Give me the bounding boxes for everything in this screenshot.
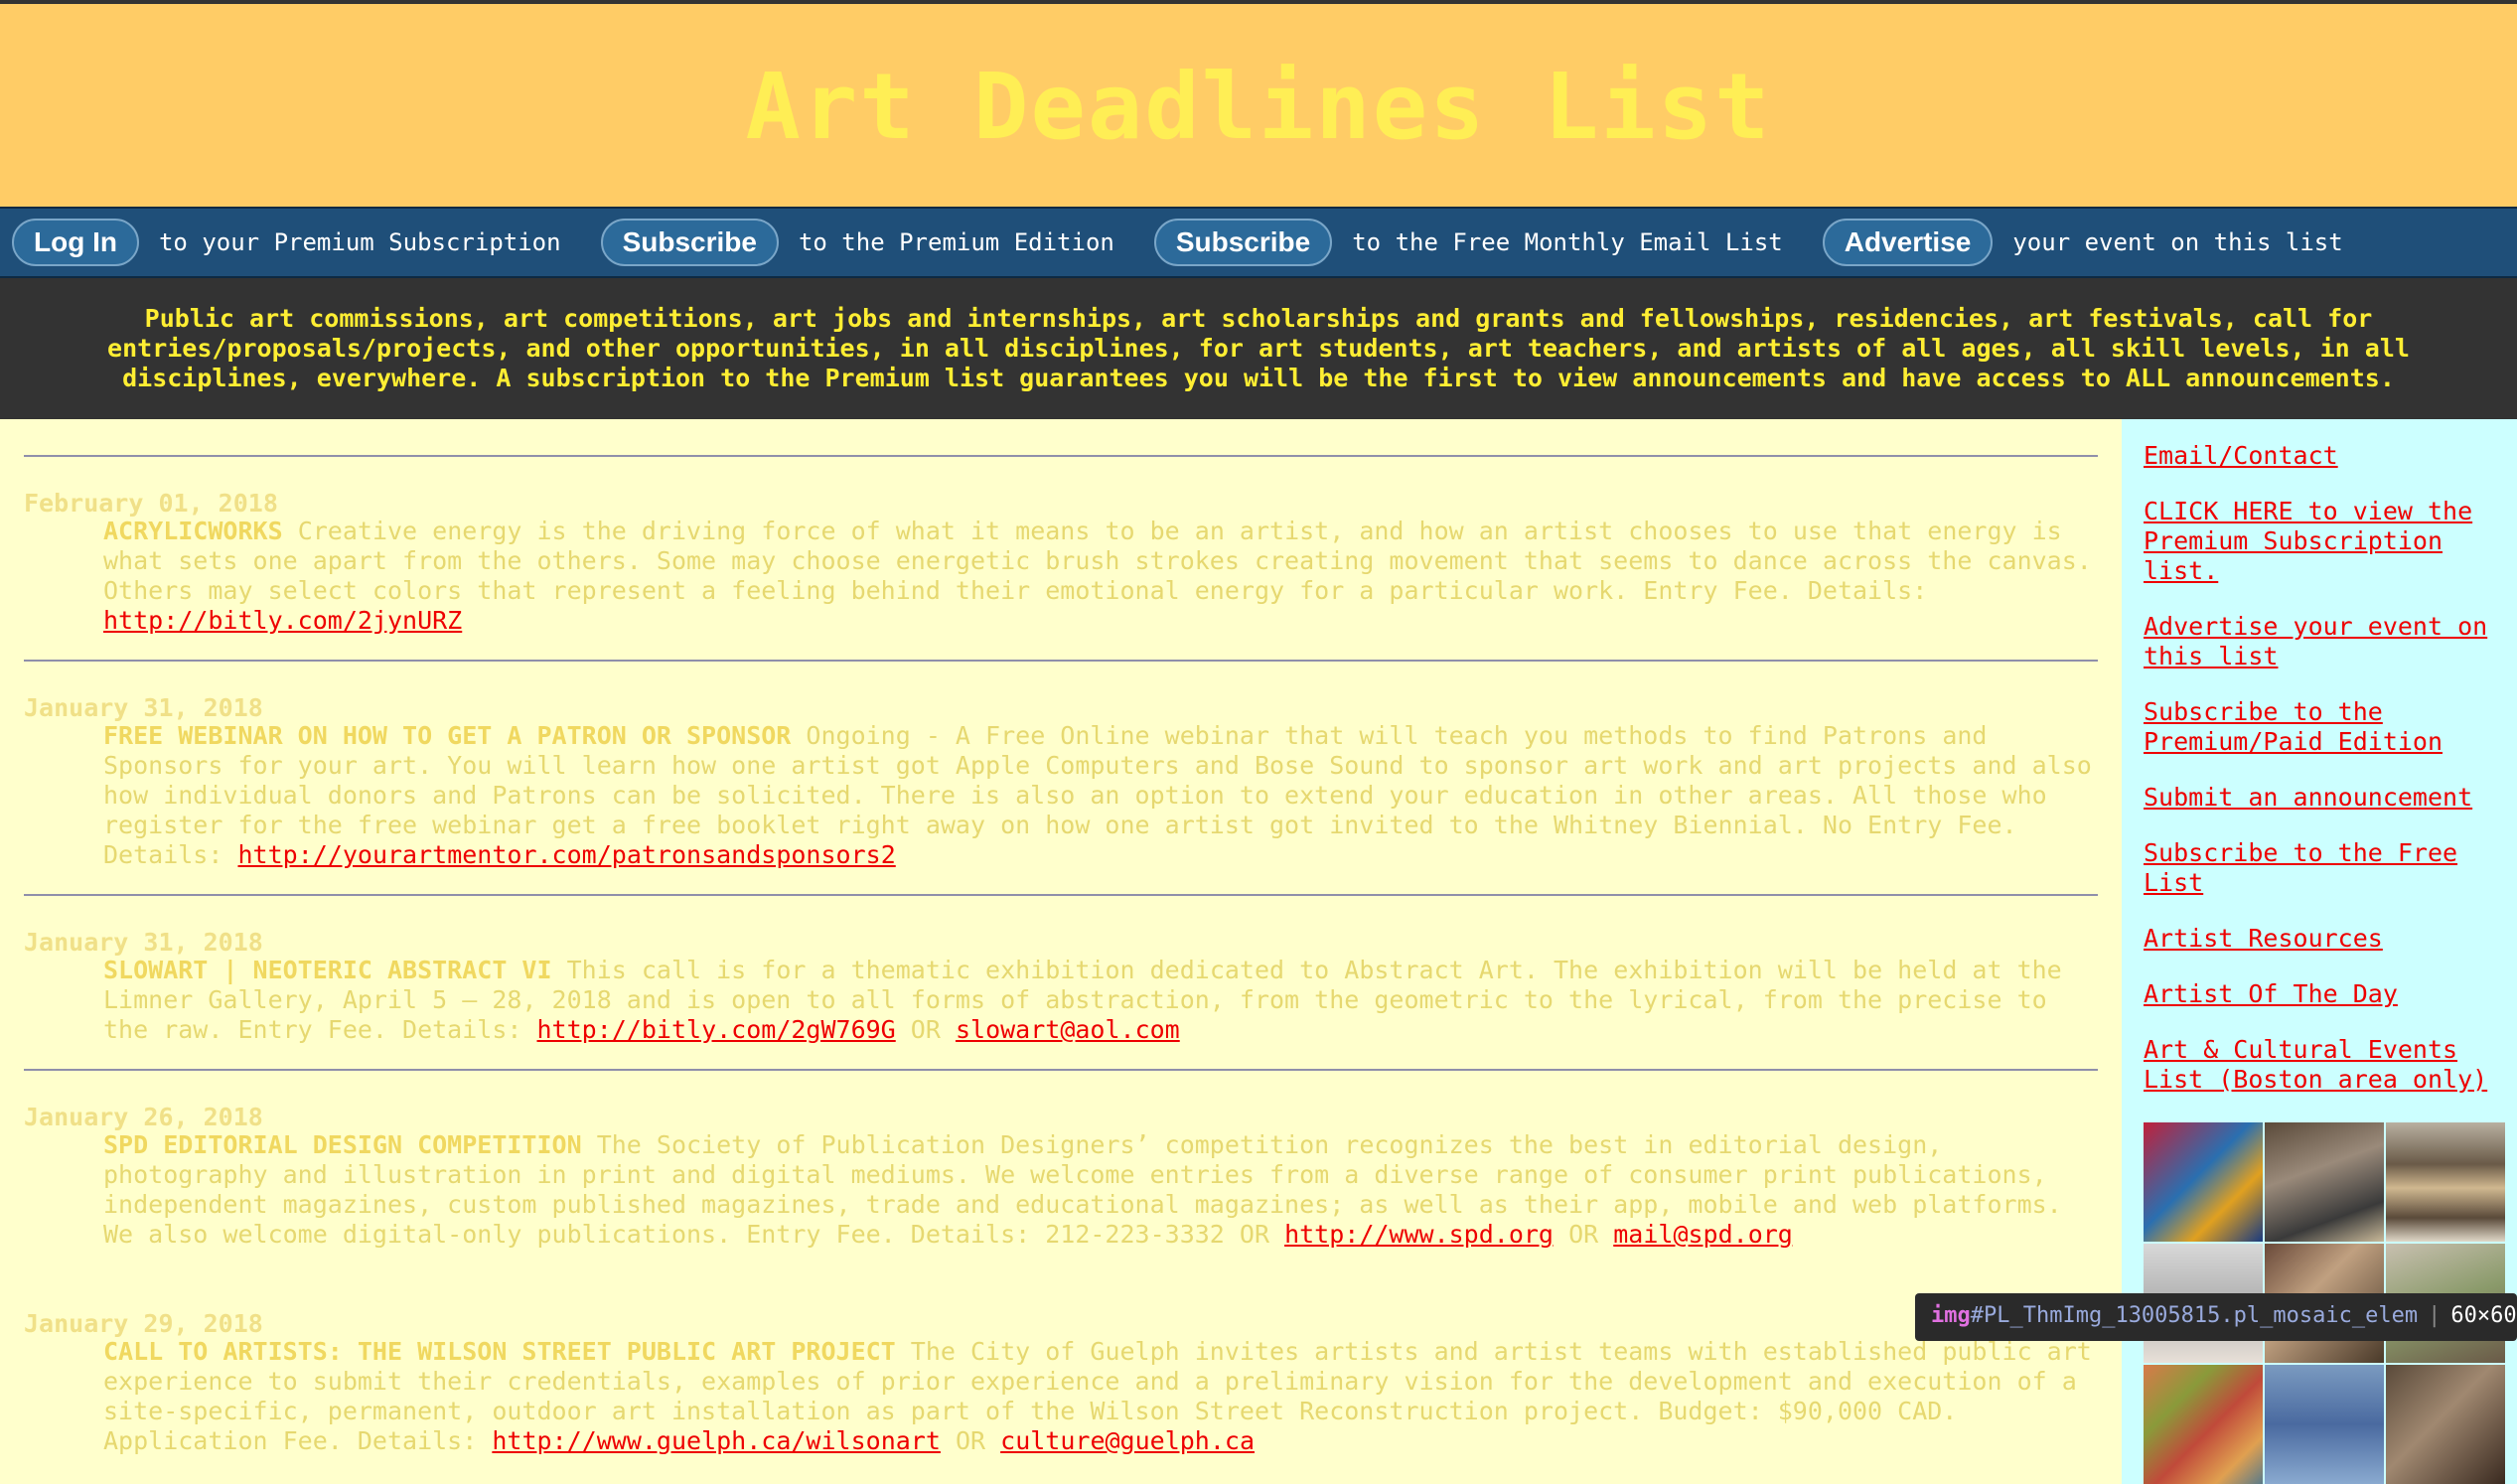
sidebar-link-advertise[interactable]: Advertise your event on this list [2144,612,2511,671]
entry-title: FREE WEBINAR ON HOW TO GET A PATRON OR S… [103,721,792,750]
entry-date: January 26, 2018 [24,1103,263,1131]
login-button[interactable]: Log In [12,219,139,266]
entry-link[interactable]: http://www.guelph.ca/wilsonart [492,1426,941,1455]
entry-title: CALL TO ARTISTS: THE WILSON STREET PUBLI… [103,1337,896,1366]
entry-divider [24,660,2098,662]
mosaic-image[interactable] [2144,1365,2263,1484]
tooltip-selector: #PL_ThmImg_13005815.pl_mosaic_elem [1970,1303,2419,1328]
mosaic-image[interactable] [2144,1122,2263,1242]
entry-title: SPD EDITORIAL DESIGN COMPETITION [103,1130,582,1159]
entry-title: SLOWART | NEOTERIC ABSTRACT VI [103,956,552,984]
entry-link[interactable]: http://bitly.com/2jynURZ [103,606,462,635]
tooltip-tag: img [1931,1303,1971,1328]
entry-or: OR [1568,1220,1599,1249]
entry-link[interactable]: http://yourartmentor.com/patronsandspons… [237,840,895,869]
entry-body: FREE WEBINAR ON HOW TO GET A PATRON OR S… [103,721,2100,870]
entry-divider [24,1069,2098,1071]
entry-divider [24,455,2098,457]
site-title: Art Deadlines List [745,54,1772,160]
entry-body: SLOWART | NEOTERIC ABSTRACT VI This call… [103,956,2100,1045]
mosaic-image[interactable] [2265,1122,2384,1242]
description-banner: Public art commissions, art competitions… [0,278,2517,419]
nav-bar: Log In to your Premium Subscription Subs… [0,207,2517,278]
sidebar-link-premium-list[interactable]: CLICK HERE to view the Premium Subscript… [2144,497,2511,586]
mosaic-image[interactable] [2265,1365,2384,1484]
mosaic-image[interactable] [2386,1365,2505,1484]
mosaic-image[interactable] [2386,1122,2505,1242]
entry-divider [24,894,2098,896]
advertise-caption: your event on this list [2012,228,2343,256]
sidebar-link-submit[interactable]: Submit an announcement [2144,783,2511,813]
entry-email-link[interactable]: slowart@aol.com [956,1015,1180,1044]
entry-email-link[interactable]: mail@spd.org [1613,1220,1793,1249]
entry-date: February 01, 2018 [24,489,278,518]
entry-or: OR [955,1426,986,1455]
entry-body: SPD EDITORIAL DESIGN COMPETITION The Soc… [103,1130,2100,1250]
sidebar-link-subscribe-premium[interactable]: Subscribe to the Premium/Paid Edition [2144,697,2511,757]
sidebar-link-subscribe-free[interactable]: Subscribe to the Free List [2144,838,2511,898]
site-header: Art Deadlines List [0,4,2517,207]
sidebar-link-resources[interactable]: Artist Resources [2144,924,2511,954]
sidebar-link-contact[interactable]: Email/Contact [2144,441,2511,471]
entry-description: Creative energy is the driving force of … [103,517,2092,605]
entry-date: January 31, 2018 [24,693,263,722]
sidebar-link-artist-of-day[interactable]: Artist Of The Day [2144,979,2511,1009]
subscribe-premium-caption: to the Premium Edition [798,228,1114,256]
entry-or: OR [910,1015,941,1044]
tooltip-size: 60×60 [2450,1303,2517,1328]
entry-link[interactable]: http://www.spd.org [1284,1220,1554,1249]
tooltip-separator: | [2428,1303,2442,1328]
entry-link[interactable]: http://bitly.com/2gW769G [537,1015,896,1044]
subscribe-free-button[interactable]: Subscribe [1153,219,1333,266]
entry-email-link[interactable]: culture@guelph.ca [1000,1426,1255,1455]
entry-date: January 29, 2018 [24,1309,263,1338]
advertise-button[interactable]: Advertise [1822,219,1994,266]
subscribe-free-caption: to the Free Monthly Email List [1352,228,1783,256]
devtools-tooltip: img#PL_ThmImg_13005815.pl_mosaic_elem | 60… [1915,1293,2517,1341]
announcements-list: February 01, 2018 ACRYLICWORKS Creative … [0,419,2122,1484]
sidebar-link-events-boston[interactable]: Art & Cultural Events List (Boston area … [2144,1035,2511,1095]
entry-title: ACRYLICWORKS [103,517,283,545]
entry-body: ACRYLICWORKS Creative energy is the driv… [103,517,2100,636]
entry-body: CALL TO ARTISTS: THE WILSON STREET PUBLI… [103,1337,2100,1456]
login-caption: to your Premium Subscription [158,228,561,256]
subscribe-premium-button[interactable]: Subscribe [600,219,779,266]
entry-date: January 31, 2018 [24,928,263,957]
